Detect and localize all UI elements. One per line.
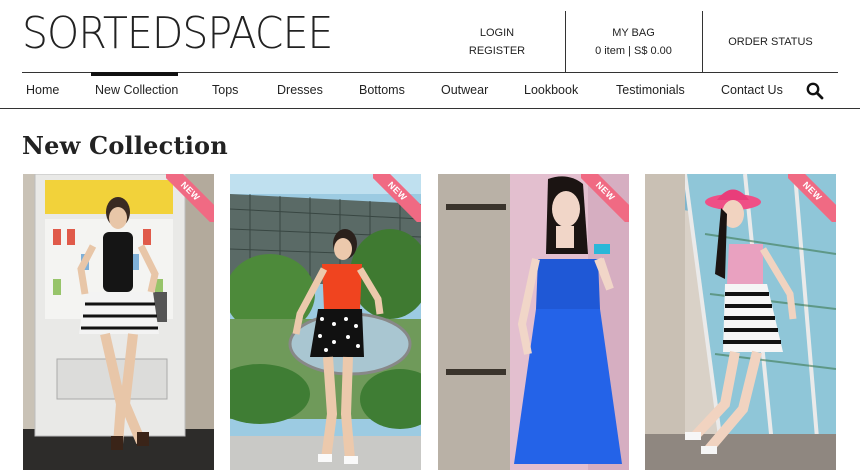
nav-item-home[interactable]: Home — [26, 83, 59, 97]
account-links: LOGIN REGISTER — [430, 11, 564, 73]
product-card[interactable]: NEW — [645, 174, 836, 470]
page-title: New Collection — [22, 131, 228, 160]
my-bag-label: MY BAG — [612, 27, 655, 39]
nav-item-bottoms[interactable]: Bottoms — [359, 83, 405, 97]
nav-item-new-collection[interactable]: New Collection — [95, 83, 178, 97]
site-header: SORTEDSPACEE LOGIN REGISTER MY BAG 0 ite… — [0, 0, 860, 73]
register-link[interactable]: REGISTER — [469, 42, 525, 60]
order-status-label: ORDER STATUS — [728, 36, 813, 48]
nav-divider-bottom — [0, 108, 860, 109]
new-badge: NEW — [166, 174, 214, 222]
new-badge: NEW — [581, 174, 629, 222]
login-link[interactable]: LOGIN — [480, 24, 514, 42]
site-logo[interactable]: SORTEDSPACEE — [22, 8, 333, 60]
new-badge: NEW — [373, 174, 421, 222]
nav-item-lookbook[interactable]: Lookbook — [524, 83, 578, 97]
search-icon[interactable] — [806, 82, 824, 100]
nav-item-contact-us[interactable]: Contact Us — [721, 83, 783, 97]
nav-item-testimonials[interactable]: Testimonials — [616, 83, 685, 97]
order-status-link[interactable]: ORDER STATUS — [702, 11, 838, 73]
nav-item-tops[interactable]: Tops — [212, 83, 238, 97]
bag-summary: 0 item | S$ 0.00 — [595, 45, 672, 57]
product-card[interactable]: NEW — [230, 174, 421, 470]
nav-item-dresses[interactable]: Dresses — [277, 83, 323, 97]
main-nav: Home New Collection Tops Dresses Bottoms… — [0, 73, 860, 108]
new-badge: NEW — [788, 174, 836, 222]
my-bag-link[interactable]: MY BAG 0 item | S$ 0.00 — [565, 11, 701, 73]
nav-item-outwear[interactable]: Outwear — [441, 83, 488, 97]
product-card[interactable]: NEW — [438, 174, 629, 470]
product-card[interactable]: NEW — [23, 174, 214, 470]
